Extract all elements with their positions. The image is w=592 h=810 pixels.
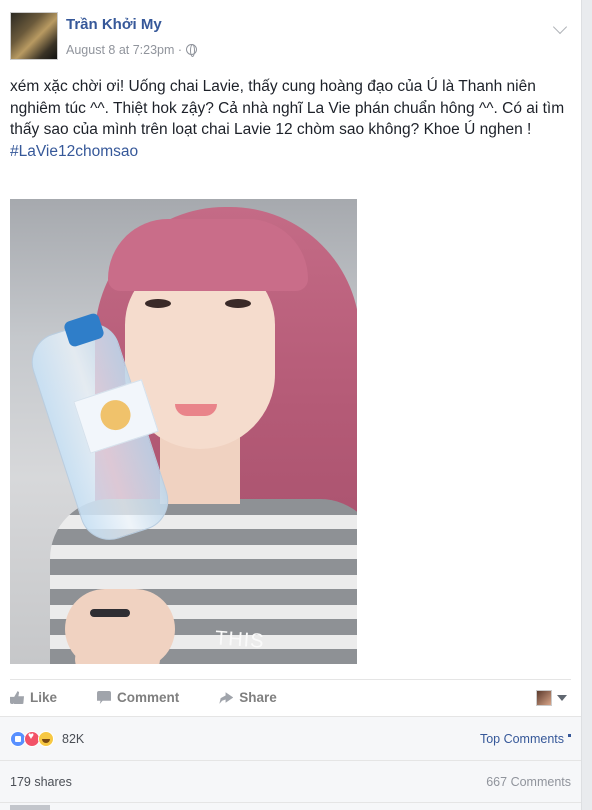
photo-lips xyxy=(175,404,217,416)
top-comments-dropdown[interactable]: Top Comments xyxy=(480,732,571,746)
share-label: Share xyxy=(239,690,277,705)
shirt-print: THIS xyxy=(214,627,266,653)
top-comments-label: Top Comments xyxy=(479,731,564,746)
comments-count[interactable]: 667 Comments xyxy=(486,775,571,789)
haha-icon[interactable] xyxy=(38,730,54,747)
caret-down-icon xyxy=(557,694,567,701)
reactions-bar: 82K Top Comments xyxy=(0,716,581,760)
hashtag-link[interactable]: #LaVie12chomsao xyxy=(10,141,572,163)
share-icon xyxy=(219,692,234,704)
like-button[interactable]: Like xyxy=(10,690,57,705)
comment-icon xyxy=(97,691,112,704)
stats-bar: 179 shares 667 Comments xyxy=(0,760,581,802)
photo-bangs xyxy=(108,219,308,291)
post-as-selector[interactable] xyxy=(536,689,567,706)
post-text: xém xặc chời ơi! Uống chai Lavie, thấy c… xyxy=(10,78,565,139)
comment-label: Comment xyxy=(117,690,180,705)
photo-arm xyxy=(75,639,160,664)
photo-eye-left xyxy=(145,299,171,308)
author-avatar[interactable] xyxy=(10,12,58,60)
shares-count[interactable]: 179 shares xyxy=(10,775,72,789)
photo-eye-right xyxy=(225,299,251,308)
meta-separator: · xyxy=(177,43,183,57)
author-name[interactable]: Trần Khởi My xyxy=(66,16,162,33)
post-card: Trần Khởi My August 8 at 7:23pm · xém xặ… xyxy=(0,0,582,810)
comment-preview xyxy=(0,802,581,810)
caret-icon xyxy=(568,733,571,737)
like-label: Like xyxy=(30,690,58,705)
thumbs-up-icon xyxy=(10,691,24,704)
reaction-count[interactable]: 82K xyxy=(62,732,84,746)
post-body: xém xặc chời ơi! Uống chai Lavie, thấy c… xyxy=(10,76,572,162)
chevron-down-icon[interactable] xyxy=(552,19,568,35)
globe-icon[interactable] xyxy=(185,44,197,57)
post-photo[interactable]: THIS xyxy=(10,199,357,664)
post-meta: August 8 at 7:23pm · xyxy=(66,43,197,57)
comment-button[interactable]: Comment xyxy=(97,690,179,705)
post-timestamp[interactable]: August 8 at 7:23pm xyxy=(66,43,174,57)
share-button[interactable]: Share xyxy=(219,690,277,705)
action-bar: Like Comment Share xyxy=(10,679,571,715)
commenter-avatar xyxy=(10,805,50,810)
mini-avatar xyxy=(536,689,552,706)
photo-bracelet xyxy=(90,609,130,617)
post-header: Trần Khởi My August 8 at 7:23pm · xyxy=(10,12,571,62)
